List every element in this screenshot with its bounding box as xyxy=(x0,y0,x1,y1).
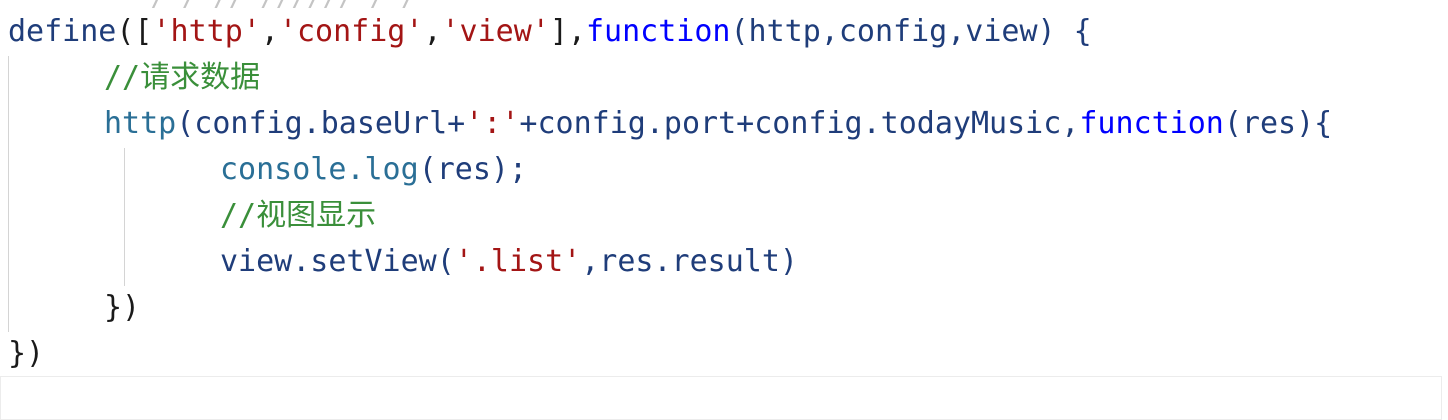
params-token: (http,config,view) { xyxy=(730,14,1092,49)
function-keyword: function xyxy=(586,14,731,49)
log-token: .log xyxy=(346,152,419,187)
clipped-previous-line: / / // ////// / / xyxy=(0,0,1448,8)
string-view-token: 'view' xyxy=(441,14,550,49)
args-end-token: (res){ xyxy=(1223,106,1333,141)
string-colon-token: ':' xyxy=(465,106,520,141)
string-list-token: '.list' xyxy=(454,244,582,279)
http-call-token: http xyxy=(104,106,177,141)
comma-token: , xyxy=(423,14,442,49)
current-line-highlight[interactable] xyxy=(0,376,1442,420)
code-line-comment-request: //请求数据 xyxy=(104,56,260,100)
code-line-close-inner: }) xyxy=(104,286,140,330)
set-view-suffix-token: ,res.result) xyxy=(581,244,798,279)
comment-token: //视图显示 xyxy=(220,198,377,233)
code-line-comment-view: //视图显示 xyxy=(220,194,376,238)
close-brace-token: }) xyxy=(8,336,45,371)
comment-token: //请求数据 xyxy=(104,60,261,95)
console-token: console xyxy=(220,152,347,187)
close-brace-token: }) xyxy=(104,290,141,325)
function-keyword: function xyxy=(1079,106,1224,141)
code-line-define: define(['http','config','view'],function… xyxy=(8,10,1092,54)
string-config-token: 'config' xyxy=(278,14,424,49)
define-token: define xyxy=(8,14,117,49)
args-start-token: (config.baseUrl+ xyxy=(176,106,466,141)
code-line-console-log: console.log(res); xyxy=(220,148,527,192)
string-http-token: 'http' xyxy=(152,14,261,49)
args-mid-token: +config.port+config.todayMusic, xyxy=(519,106,1080,141)
code-editor[interactable]: / / // ////// / / define(['http','config… xyxy=(0,0,1448,420)
indent-guide-inner xyxy=(124,148,125,286)
log-args-token: (res); xyxy=(418,152,528,187)
code-line-set-view: view.setView('.list',res.result) xyxy=(220,240,798,284)
indent-guide-outer xyxy=(8,56,9,332)
bracket-open-token: ([ xyxy=(116,14,153,49)
bracket-close-token: ], xyxy=(549,14,586,49)
set-view-prefix-token: view.setView( xyxy=(220,244,455,279)
code-line-close-outer: }) xyxy=(8,332,44,376)
code-line-http-call: http(config.baseUrl+':'+config.port+conf… xyxy=(104,102,1332,146)
comma-token: , xyxy=(260,14,279,49)
